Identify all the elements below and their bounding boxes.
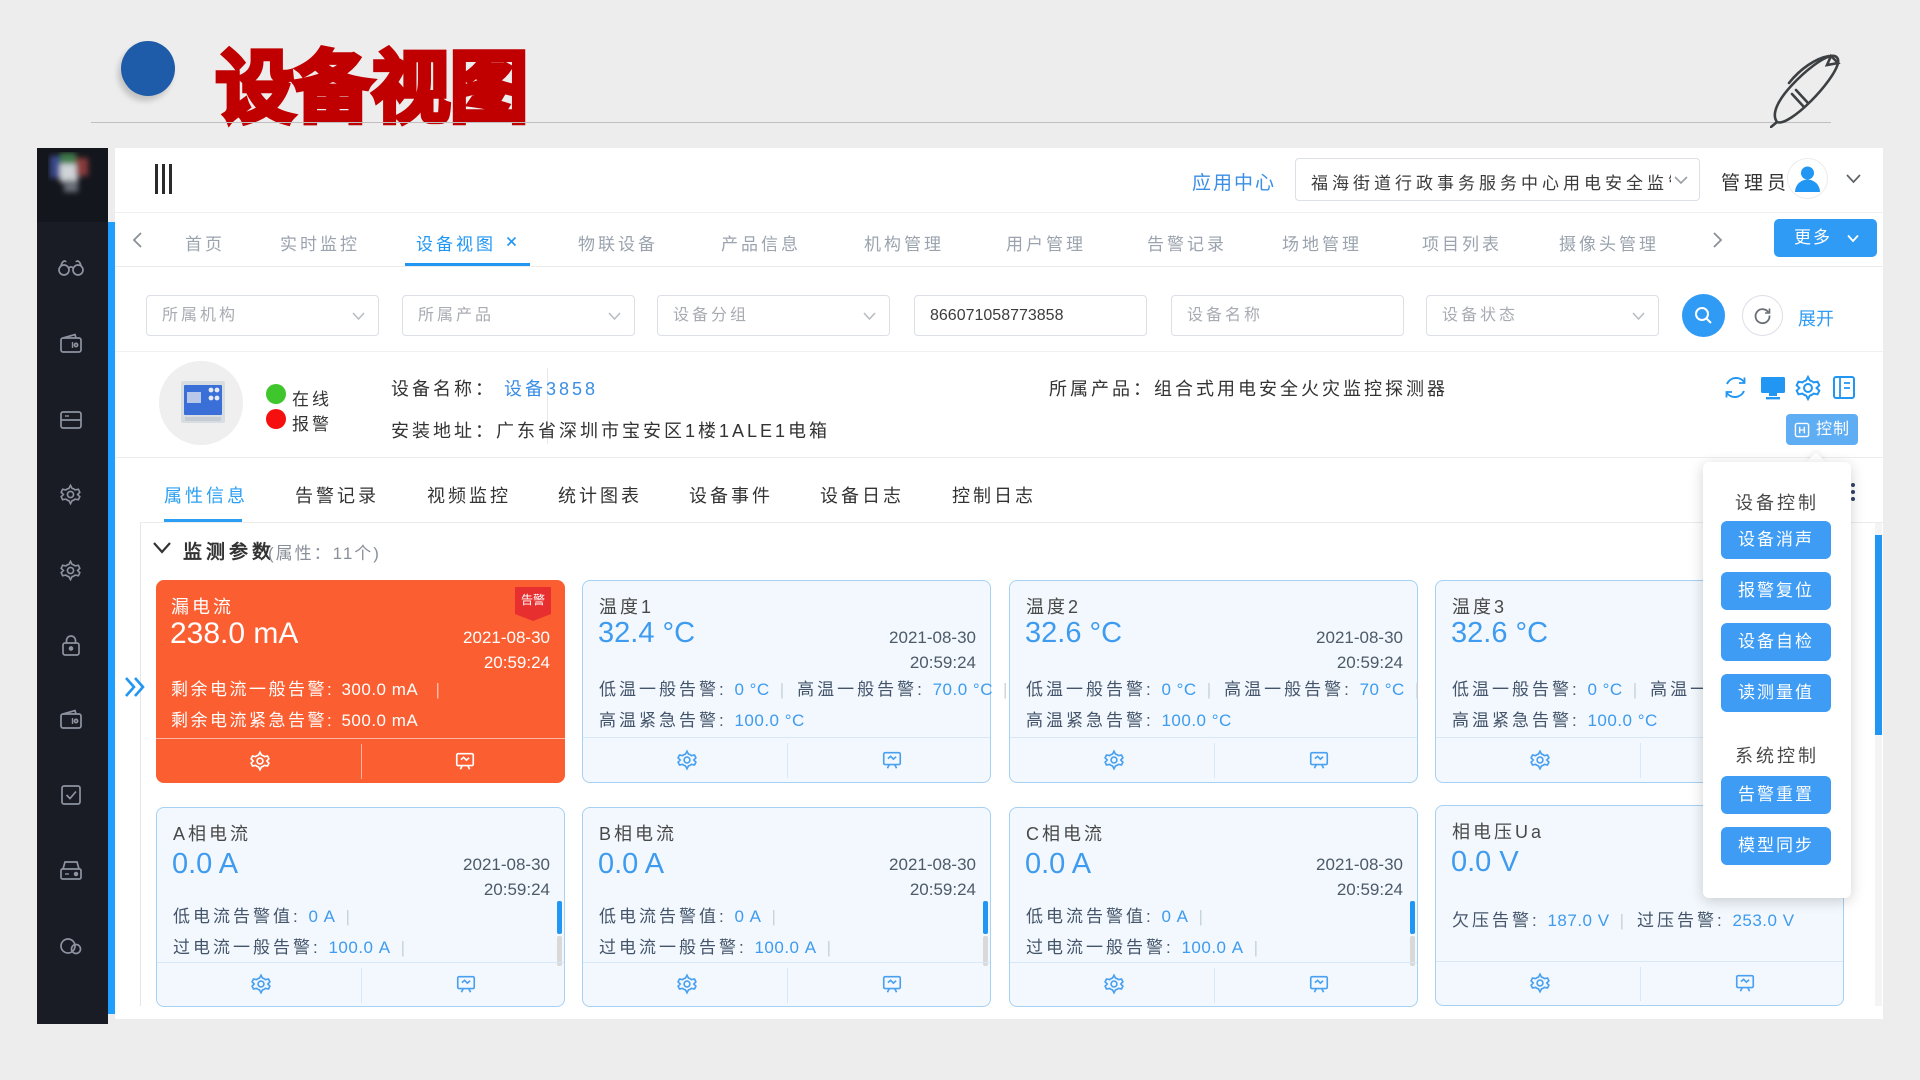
svg-text:告警: 告警 — [521, 592, 545, 607]
